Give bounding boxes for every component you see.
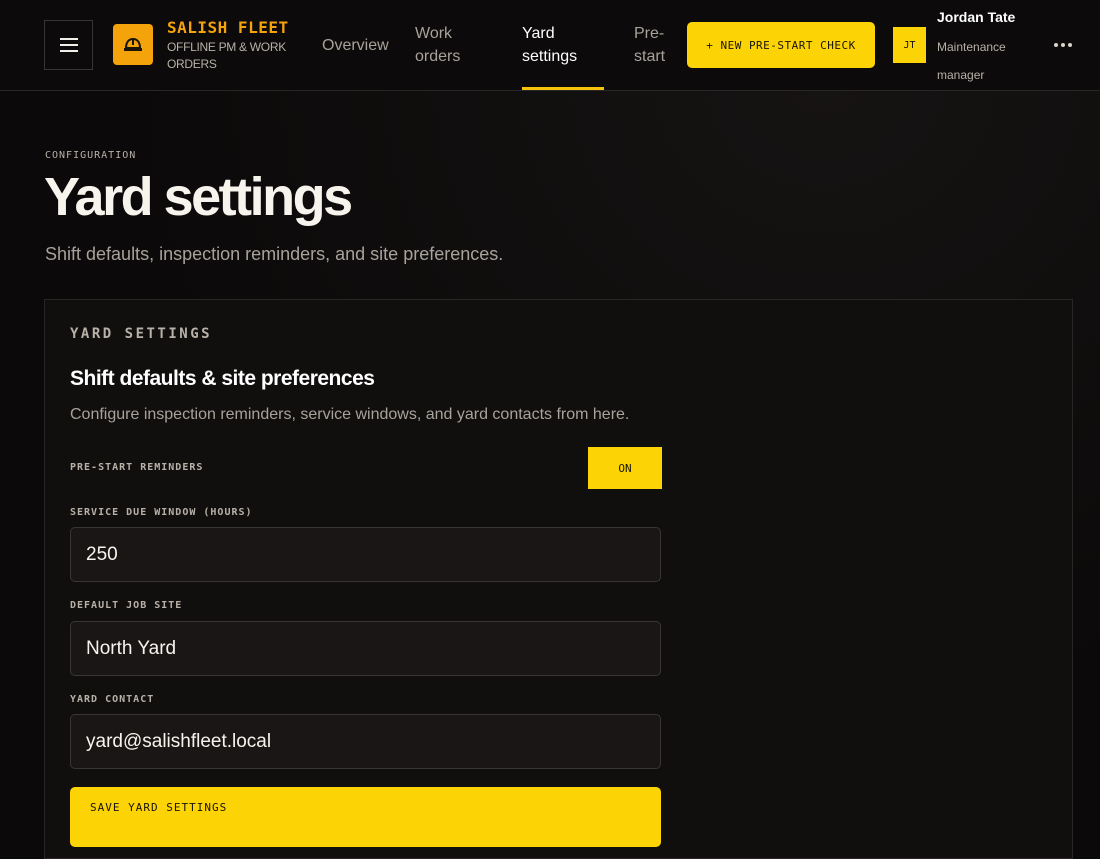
brand-name: SALISH FLEET [167, 18, 289, 37]
save-yard-settings-button[interactable]: SAVE YARD SETTINGS [70, 787, 661, 847]
menu-button[interactable] [44, 20, 93, 70]
nav-yard-settings[interactable]: Yard settings [522, 22, 582, 68]
hamburger-icon [59, 38, 78, 52]
brand-logo [113, 24, 153, 65]
hard-hat-icon [124, 37, 142, 51]
pre-start-reminders-toggle[interactable]: ON [588, 447, 662, 489]
card-description: Configure inspection reminders, service … [70, 406, 630, 423]
more-horizontal-icon [1054, 43, 1058, 47]
active-nav-indicator [522, 87, 604, 90]
nav-pre-start[interactable]: Pre-start [634, 22, 670, 68]
pre-start-reminders-label: PRE-START REMINDERS [70, 462, 204, 473]
page-subtitle: Shift defaults, inspection reminders, an… [45, 244, 504, 264]
avatar[interactable]: JT [893, 27, 926, 63]
service-window-input[interactable] [70, 527, 661, 582]
job-site-input[interactable] [70, 621, 661, 676]
user-role: Maintenance manager [937, 40, 1006, 82]
page-title: Yard settings [44, 167, 353, 227]
more-options-button[interactable] [1050, 35, 1076, 55]
nav-work-orders[interactable]: Work orders [415, 22, 475, 68]
new-pre-start-check-button[interactable]: + NEW PRE-START CHECK [687, 22, 875, 68]
service-window-label: SERVICE DUE WINDOW (HOURS) [70, 507, 253, 518]
page-eyebrow: CONFIGURATION [45, 150, 137, 161]
job-site-label: DEFAULT JOB SITE [70, 600, 183, 611]
yard-contact-label: YARD CONTACT [70, 694, 155, 705]
card-title: Shift defaults & site preferences [70, 367, 375, 390]
yard-contact-input[interactable] [70, 714, 661, 769]
card-eyebrow: YARD SETTINGS [70, 326, 213, 342]
top-bar: SALISH FLEET OFFLINE PM & WORK ORDERS Ov… [0, 0, 1100, 91]
nav-overview[interactable]: Overview [322, 34, 389, 57]
user-name: Jordan Tate [937, 9, 1016, 25]
brand-subtitle: OFFLINE PM & WORK ORDERS [167, 40, 286, 71]
